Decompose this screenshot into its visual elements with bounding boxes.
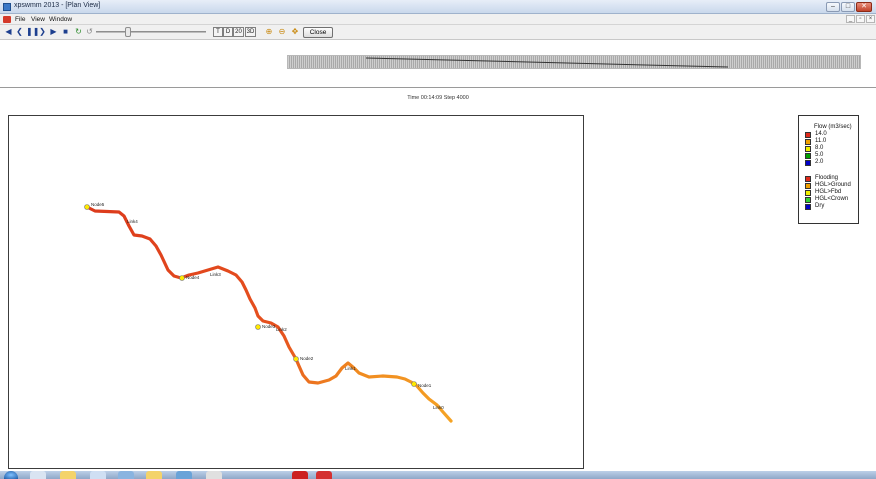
pipe-network-line[interactable] [85,205,453,423]
taskbar-app[interactable] [30,471,46,479]
legend-label: 8.0 [815,145,824,151]
legend-label: 14.0 [815,131,827,137]
stop-icon[interactable]: ■ [61,27,70,37]
menu-window[interactable]: Window [49,16,72,23]
legend-title: Flow (m3/sec) [814,124,852,130]
document-icon [3,16,11,23]
toolbar: ◀ ❮ ❚❚ ❯ ▶ ■ ↻ ↺ T D 20 3D ⊕ ⊖ ✥ Close [0,25,876,40]
pause-icon[interactable]: ❚❚ [26,27,39,37]
link-label: Link1 [345,366,356,371]
step-forward-icon[interactable]: ❯ [38,27,47,37]
link-label: Link2 [276,327,287,332]
tab-3d-view[interactable]: 3D [245,27,256,37]
mdi-close-button[interactable]: × [866,15,875,23]
start-button[interactable] [4,471,18,479]
plan-view-map[interactable]: Node5 Link4 Node4 Link3 Node3 Link2 Node… [8,115,584,469]
node-label: Node5 [91,202,105,207]
legend-swatch [805,160,811,166]
mdi-minimize-button[interactable]: _ [846,15,855,23]
legend-label: Flooding [815,175,839,181]
node-markers [84,204,417,387]
reverse-loop-icon[interactable]: ↺ [85,27,94,37]
tab-tree-view[interactable]: T [213,27,223,37]
window-titlebar: xpswmm 2013 - [Plan View] – □ ✕ [0,0,876,14]
hgl-profile-line [365,57,729,68]
flow-legend: Flow (m3/sec) 14.0 11.0 8.0 5.0 2.0 Floo… [798,115,859,224]
legend-entry: 14.0 [805,131,859,138]
legend-swatch [805,197,811,203]
node-marker[interactable] [411,381,417,387]
time-step-label: Time 00:14:09 Step 4000 [407,95,469,101]
node-label: Node2 [300,356,314,361]
menu-file[interactable]: File [15,16,25,23]
legend-entry: 5.0 [805,152,859,159]
maximize-button[interactable]: □ [841,2,855,12]
taskbar-app[interactable] [146,471,162,479]
taskbar-app[interactable] [60,471,76,479]
taskbar-app[interactable] [206,471,222,479]
os-taskbar [0,471,876,479]
profile-pane [0,41,876,88]
loop-icon[interactable]: ↻ [74,27,83,37]
legend-swatch [805,146,811,152]
node-marker[interactable] [84,204,90,210]
minimize-button[interactable]: – [826,2,840,12]
legend-label: HGL>Ground [815,182,851,188]
rewind-icon[interactable]: ◀ [4,27,13,37]
legend-swatch [805,190,811,196]
tab-2d-view[interactable]: 20 [233,27,244,37]
close-button[interactable]: Close [303,27,333,38]
node-label: Node1 [418,383,432,388]
tab-data-view[interactable]: D [223,27,233,37]
close-window-button[interactable]: ✕ [856,2,872,12]
taskbar-app[interactable] [292,471,308,479]
legend-entry: HGL<Crown [805,196,859,203]
legend-swatch [805,132,811,138]
legend-label: Dry [815,203,825,209]
link-label: Link0 [433,405,444,410]
legend-swatch [805,153,811,159]
legend-swatch [805,204,811,210]
menu-view[interactable]: View [31,16,45,23]
legend-label: 2.0 [815,159,824,165]
link-label: Link4 [127,219,138,224]
zoom-out-icon[interactable]: ⊖ [277,27,287,37]
legend-entry: 11.0 [805,138,859,145]
network-canvas: Node5 Link4 Node4 Link3 Node3 Link2 Node… [84,202,453,423]
taskbar-app[interactable] [316,471,332,479]
time-slider-thumb[interactable] [125,27,131,37]
pan-icon[interactable]: ✥ [290,27,300,37]
node-marker[interactable] [179,275,185,281]
legend-label: 5.0 [815,152,824,158]
node-label: Node4 [186,275,200,280]
play-icon[interactable]: ▶ [49,27,58,37]
node-marker[interactable] [293,356,299,362]
node-label: Node3 [262,324,276,329]
legend-swatch [805,176,811,182]
taskbar-app[interactable] [176,471,192,479]
taskbar-app[interactable] [90,471,106,479]
legend-label: HGL>Fbd [815,189,842,195]
legend-swatch [805,139,811,145]
window-title: xpswmm 2013 - [Plan View] [14,2,101,9]
legend-entry: Dry [805,203,859,210]
time-slider-track[interactable] [96,31,206,33]
profile-strip [287,55,861,69]
menubar: File View Window _ ▫ × [0,14,876,25]
legend-entry: 8.0 [805,145,859,152]
app-icon [3,3,11,11]
link-label: Link3 [210,272,221,277]
taskbar-app[interactable] [118,471,134,479]
step-back-icon[interactable]: ❮ [15,27,24,37]
legend-swatch [805,183,811,189]
legend-label: HGL<Crown [815,196,849,202]
legend-label: 11.0 [815,138,827,144]
mdi-restore-button[interactable]: ▫ [856,15,865,23]
node-marker[interactable] [255,324,261,330]
legend-entry: 2.0 [805,159,859,166]
zoom-in-icon[interactable]: ⊕ [264,27,274,37]
